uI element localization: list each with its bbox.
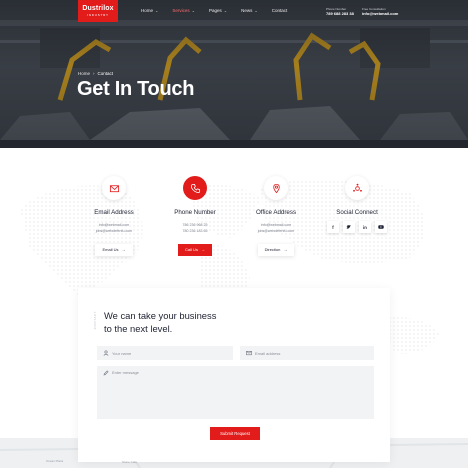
- call-us-label: Call Us: [185, 247, 198, 252]
- social-card-title: Social Connect: [336, 209, 378, 216]
- map-label: Ocean Plaza: [46, 459, 64, 463]
- chevron-down-icon: ⌄: [191, 8, 195, 13]
- phone-card-title: Phone Number: [174, 209, 216, 216]
- twitter-icon[interactable]: [343, 221, 355, 233]
- hero-banner: [0, 0, 468, 148]
- nav-services[interactable]: Services ⌄: [172, 8, 195, 13]
- brand-logo[interactable]: Dustrilox INDUSTRY: [78, 0, 118, 22]
- phone-card-line: 780 236 183 65: [182, 229, 208, 233]
- youtube-icon[interactable]: [375, 221, 387, 233]
- pencil-icon: [103, 370, 109, 376]
- arrow-right-icon: →: [121, 247, 126, 252]
- location-icon-circle: [264, 176, 288, 200]
- phone-icon-circle: [183, 176, 207, 200]
- social-links: f in: [317, 221, 397, 233]
- share-icon: [352, 183, 362, 192]
- share-icon-circle: [345, 176, 369, 200]
- email-card-line: jobs@webdefenfu.com: [95, 229, 133, 233]
- breadcrumb: Home › Contact: [78, 71, 113, 76]
- chevron-down-icon: ⌄: [155, 8, 159, 13]
- arrow-right-icon: →: [200, 247, 205, 252]
- form-heading-line2: to the next level.: [104, 322, 173, 334]
- page-title: Get In Touch: [77, 78, 195, 100]
- form-heading-line1: We can take your business: [104, 310, 217, 321]
- header-phone[interactable]: Phone Number 789 688 283 38: [326, 7, 354, 16]
- header-phone-value: 789 688 283 38: [326, 11, 354, 16]
- direction-button[interactable]: Direction →: [257, 243, 295, 256]
- name-field[interactable]: Your name: [97, 346, 233, 360]
- arrow-right-icon: →: [283, 247, 288, 252]
- user-icon: [103, 350, 109, 356]
- mail-icon: [246, 350, 252, 356]
- call-us-button[interactable]: Call Us →: [178, 243, 212, 256]
- email-field[interactable]: Email address: [240, 346, 374, 360]
- email-icon: [109, 184, 119, 192]
- email-icon-circle: [102, 176, 126, 200]
- nav-contact-label: Contact: [271, 8, 288, 13]
- email-card: Email Address info@webmail.com jobs@webd…: [74, 176, 154, 256]
- linkedin-icon[interactable]: in: [359, 221, 371, 233]
- brand-name: Dustrilox: [82, 5, 114, 12]
- nav-pages-label: Pages: [209, 8, 222, 13]
- chevron-down-icon: ⌄: [223, 8, 228, 13]
- nav-home[interactable]: Home ⌄: [141, 8, 158, 13]
- email-placeholder: Email address: [255, 350, 281, 356]
- breadcrumb-current: Contact: [97, 71, 114, 76]
- social-card: Social Connect f in: [317, 176, 397, 233]
- nav-news[interactable]: News ⌄: [241, 8, 258, 13]
- email-us-button[interactable]: Email Us →: [95, 243, 133, 256]
- header-email[interactable]: Free Consultation info@webmail.com: [362, 7, 398, 16]
- message-field[interactable]: Enter message: [97, 366, 374, 419]
- office-card-line: jobs@webdefenfu.com: [257, 229, 295, 233]
- brand-tagline: INDUSTRY: [87, 13, 109, 17]
- phone-icon: [190, 183, 200, 193]
- phone-card: Phone Number 786 236 968 25 780 236 183 …: [155, 176, 235, 256]
- breadcrumb-separator: ›: [93, 71, 95, 76]
- nav-services-label: Services: [172, 8, 190, 13]
- email-us-label: Email Us: [102, 247, 119, 252]
- submit-request-button[interactable]: Submit Request: [210, 427, 260, 440]
- breadcrumb-home[interactable]: Home: [78, 71, 90, 76]
- form-heading: We can take your business to the next le…: [104, 310, 284, 335]
- email-card-title: Email Address: [94, 209, 134, 216]
- main-nav: Home ⌄ Services ⌄ Pages ⌄ News ⌄ Contact: [141, 8, 301, 13]
- location-pin-icon: [272, 183, 280, 193]
- nav-news-label: News: [241, 8, 253, 13]
- nav-home-label: Home: [141, 8, 154, 13]
- header-email-value: info@webmail.com: [362, 11, 399, 16]
- name-placeholder: Your name: [112, 350, 132, 356]
- office-card: Office Address info@webmail.com jobs@web…: [236, 176, 316, 256]
- chevron-down-icon: ⌄: [254, 8, 258, 13]
- message-placeholder: Enter message: [112, 370, 139, 375]
- direction-label: Direction: [264, 247, 281, 252]
- nav-pages[interactable]: Pages ⌄: [209, 8, 227, 13]
- map-label: Stone Cafe: [122, 460, 138, 464]
- nav-contact[interactable]: Contact: [272, 8, 288, 13]
- form-side-label: CONTACT: [93, 310, 98, 330]
- office-card-title: Office Address: [255, 209, 297, 216]
- facebook-icon[interactable]: f: [327, 221, 339, 233]
